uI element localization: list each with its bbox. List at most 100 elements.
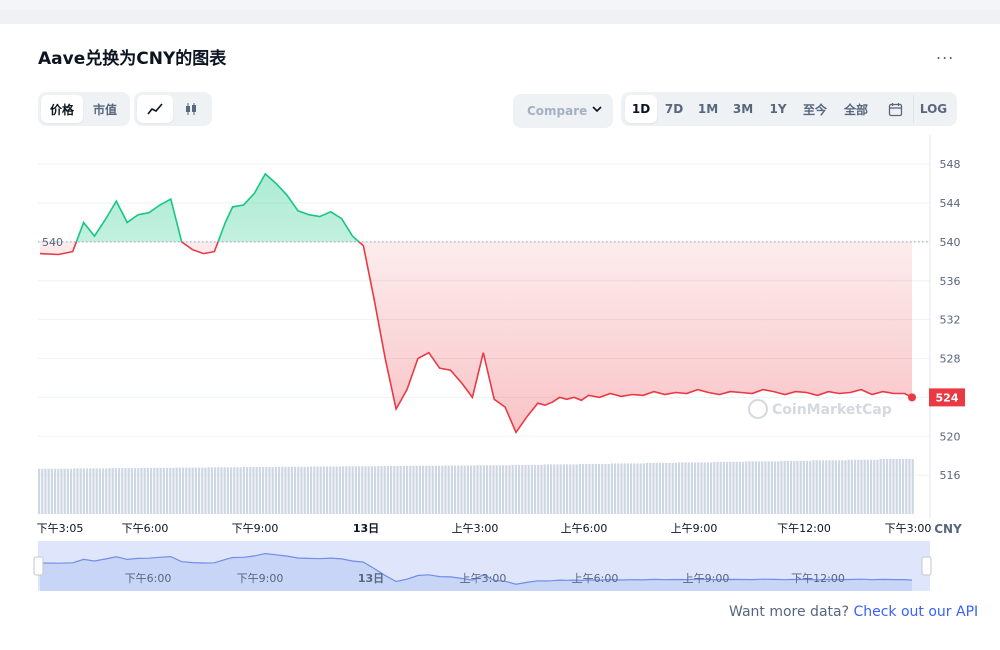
volume-bar	[911, 459, 914, 514]
volume-bar	[633, 463, 636, 514]
volume-bar	[159, 467, 162, 514]
volume-bar	[249, 467, 252, 514]
volume-bar	[204, 467, 207, 514]
volume-bar	[265, 467, 268, 514]
volume-bar	[134, 468, 137, 514]
volume-bar	[614, 463, 617, 514]
volume-bar	[230, 467, 233, 514]
price-chart: 516 520 524 528 532 536 540 544 548 540 CoinMarket…	[33, 135, 965, 591]
volume-bar	[86, 468, 89, 514]
volume-bar	[748, 461, 751, 514]
volume-bar	[412, 465, 415, 514]
volume-bar	[431, 465, 434, 514]
volume-bar	[895, 459, 898, 514]
y-tick-label: 536	[940, 275, 961, 288]
volume-bar	[422, 465, 425, 514]
volume-bar	[546, 464, 549, 514]
volume-bar	[713, 461, 716, 514]
volume-bar	[588, 463, 591, 514]
navigator-handle[interactable]	[921, 556, 932, 576]
volume-bar	[540, 464, 543, 514]
volume-bar	[876, 459, 879, 514]
volume-bar	[63, 468, 66, 514]
volume-bar	[777, 461, 780, 514]
volume-bar	[860, 459, 863, 514]
navigator-handle[interactable]	[33, 556, 44, 576]
volume-bar	[527, 464, 530, 514]
x-tick-label: 下午3:05	[37, 522, 84, 535]
volume-bar	[908, 459, 911, 514]
volume-bar	[658, 462, 661, 514]
y-tick-label: 548	[940, 158, 961, 171]
volume-bar	[630, 463, 633, 514]
volume-bar	[89, 468, 92, 514]
volume-bar	[233, 467, 236, 514]
volume-bar	[76, 468, 79, 514]
y-tick-label: 532	[940, 314, 961, 327]
volume-bar	[764, 461, 767, 514]
volume-bar	[108, 468, 111, 514]
volume-bar	[425, 465, 428, 514]
volume-bar	[809, 460, 812, 514]
volume-bar	[54, 468, 57, 514]
y-tick-label: 516	[940, 469, 961, 482]
volume-bar	[143, 467, 146, 514]
volume-bar	[390, 466, 393, 514]
volume-bar	[783, 460, 786, 514]
volume-bar	[866, 459, 869, 514]
volume-bar	[706, 462, 709, 514]
volume-bar	[495, 465, 498, 514]
volume-bar	[207, 467, 210, 514]
watermark-text: CoinMarketCap	[772, 402, 892, 418]
navigator-tick-label: 上午6:00	[572, 572, 619, 585]
volume-bar	[822, 460, 825, 514]
volume-bar	[348, 466, 351, 514]
volume-bar	[742, 461, 745, 514]
volume-bar	[185, 467, 188, 514]
volume-bar	[326, 466, 329, 514]
volume-bar	[156, 467, 159, 514]
y-tick-label: 544	[940, 197, 961, 210]
volume-bar	[665, 462, 668, 514]
volume-bar	[530, 464, 533, 514]
volume-bar	[236, 467, 239, 514]
volume-bar	[345, 466, 348, 514]
volume-bar	[831, 460, 834, 514]
volume-bar	[329, 466, 332, 514]
volume-bar	[722, 461, 725, 514]
volume-bar	[79, 468, 82, 514]
volume-bar	[585, 463, 588, 514]
volume-bar	[105, 468, 108, 514]
volume-bar	[854, 459, 857, 514]
volume-bar	[44, 468, 47, 514]
volume-bar	[566, 464, 569, 514]
volume-bar	[537, 464, 540, 514]
volume-bar	[396, 466, 399, 514]
volume-bar	[774, 461, 777, 514]
navigator-tick-label: 下午9:00	[237, 572, 284, 585]
volume-bar	[274, 466, 277, 514]
volume-bar	[364, 466, 367, 514]
volume-bar	[729, 461, 732, 514]
volume-bar	[879, 459, 882, 514]
volume-bar	[700, 462, 703, 514]
volume-bar	[354, 466, 357, 514]
volume-bar	[303, 466, 306, 514]
volume-bar	[169, 467, 172, 514]
volume-bar	[127, 468, 130, 514]
volume-bar	[662, 462, 665, 514]
volume-bar	[553, 464, 556, 514]
volume-bar	[652, 462, 655, 514]
volume-bar	[124, 468, 127, 514]
y-tick-label: 540	[940, 236, 961, 249]
volume-bar	[319, 466, 322, 514]
volume-bar	[73, 468, 76, 514]
current-price-dot	[908, 393, 916, 402]
volume-bar	[601, 463, 604, 514]
volume-bar	[684, 462, 687, 514]
volume-bars	[38, 459, 914, 514]
volume-bar	[220, 467, 223, 514]
volume-bar	[710, 462, 713, 514]
volume-bar	[306, 466, 309, 514]
volume-bar	[847, 459, 850, 514]
